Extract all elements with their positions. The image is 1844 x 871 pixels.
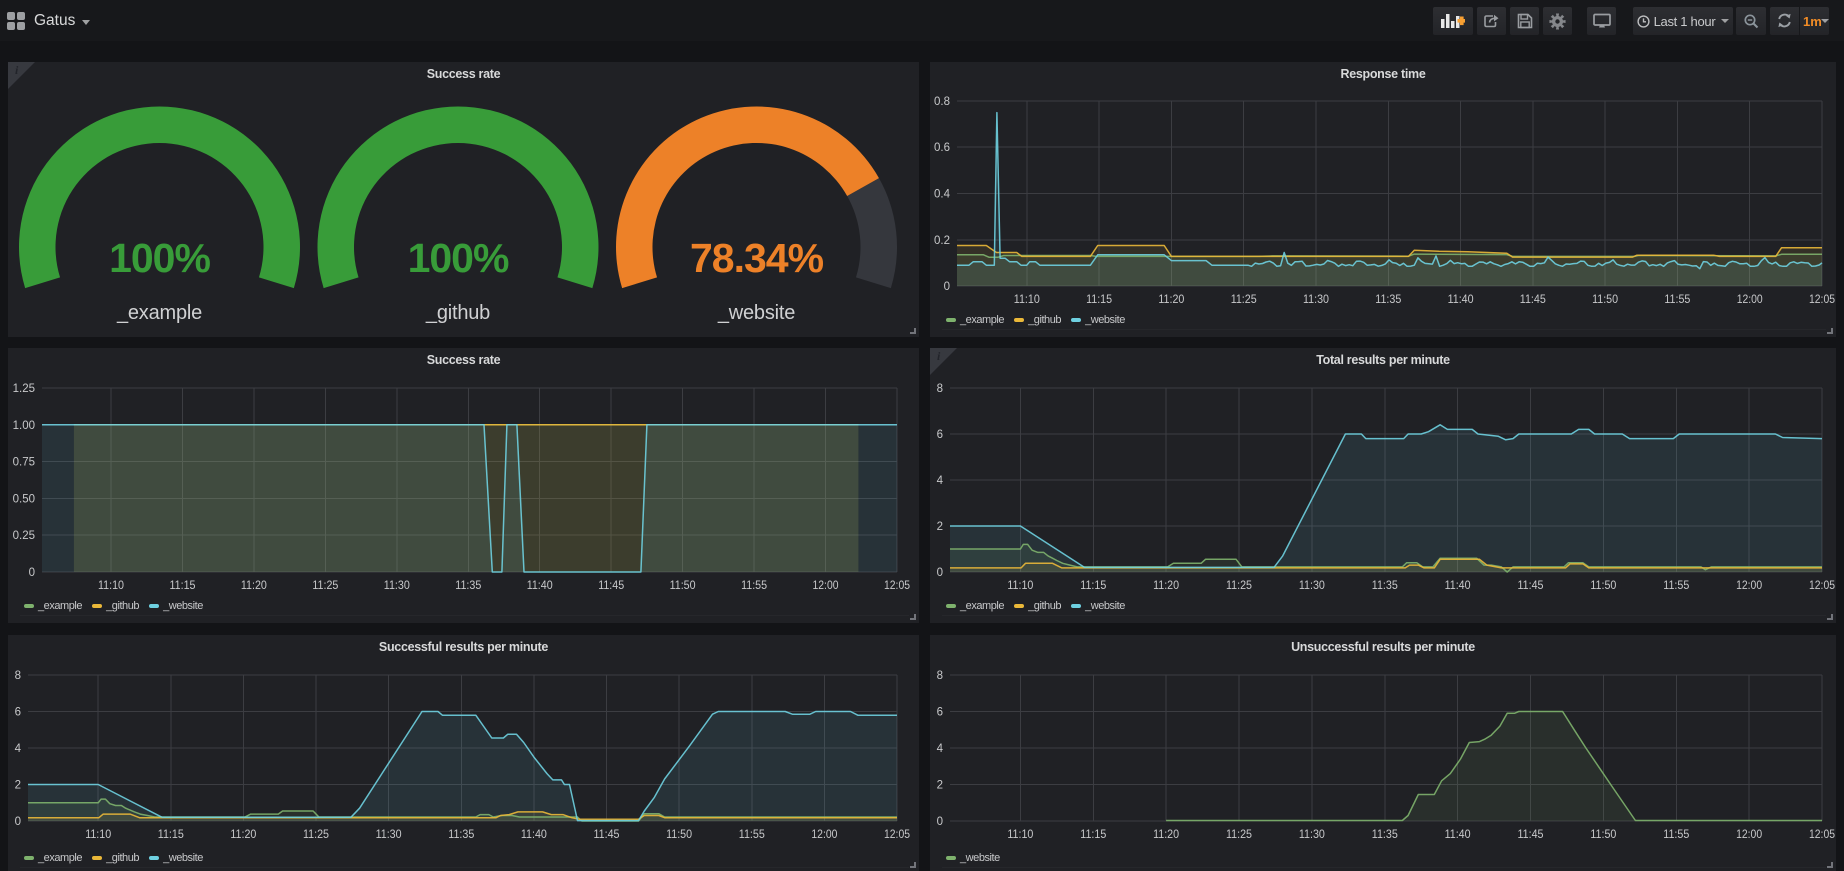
svg-text:0: 0: [937, 567, 943, 579]
svg-text:0.50: 0.50: [13, 493, 35, 505]
svg-text:11:15: 11:15: [1086, 294, 1112, 306]
svg-text:8: 8: [937, 383, 943, 395]
svg-text:11:25: 11:25: [312, 580, 338, 592]
svg-text:12:00: 12:00: [1737, 294, 1763, 306]
svg-text:0: 0: [15, 816, 21, 828]
svg-text:8: 8: [937, 670, 943, 682]
svg-text:12:05: 12:05: [1809, 829, 1835, 841]
svg-text:11:30: 11:30: [1299, 580, 1325, 592]
svg-text:11:55: 11:55: [1663, 580, 1689, 592]
svg-text:11:30: 11:30: [1303, 294, 1329, 306]
svg-text:11:15: 11:15: [158, 829, 184, 841]
svg-text:12:05: 12:05: [1809, 294, 1835, 306]
svg-text:1.25: 1.25: [13, 383, 35, 395]
svg-text:8: 8: [15, 670, 21, 682]
svg-text:11:35: 11:35: [455, 580, 481, 592]
svg-text:11:25: 11:25: [1226, 580, 1252, 592]
svg-text:12:05: 12:05: [1809, 580, 1835, 592]
svg-text:11:55: 11:55: [739, 829, 765, 841]
svg-text:11:40: 11:40: [1445, 829, 1471, 841]
svg-text:11:50: 11:50: [1590, 580, 1616, 592]
svg-text:11:25: 11:25: [1226, 829, 1252, 841]
svg-text:11:35: 11:35: [1372, 580, 1398, 592]
svg-text:11:45: 11:45: [598, 580, 624, 592]
svg-text:11:50: 11:50: [1590, 829, 1616, 841]
svg-text:0.6: 0.6: [934, 142, 950, 154]
svg-text:2: 2: [937, 521, 943, 533]
svg-text:11:15: 11:15: [1080, 580, 1106, 592]
svg-text:11:35: 11:35: [448, 829, 474, 841]
svg-text:6: 6: [15, 707, 21, 719]
svg-text:11:10: 11:10: [98, 580, 124, 592]
svg-text:11:45: 11:45: [594, 829, 620, 841]
svg-text:11:10: 11:10: [1014, 294, 1040, 306]
svg-text:11:40: 11:40: [1445, 580, 1471, 592]
svg-text:11:50: 11:50: [670, 580, 696, 592]
svg-text:6: 6: [937, 429, 943, 441]
svg-text:11:10: 11:10: [1007, 580, 1033, 592]
svg-text:11:40: 11:40: [527, 580, 553, 592]
svg-text:11:45: 11:45: [1520, 294, 1546, 306]
svg-text:12:05: 12:05: [884, 829, 910, 841]
svg-text:11:50: 11:50: [666, 829, 692, 841]
svg-text:11:10: 11:10: [85, 829, 111, 841]
svg-text:11:30: 11:30: [1299, 829, 1325, 841]
svg-text:0: 0: [944, 281, 950, 293]
svg-text:11:20: 11:20: [1153, 829, 1179, 841]
svg-text:11:10: 11:10: [1007, 829, 1033, 841]
svg-text:11:45: 11:45: [1518, 580, 1544, 592]
svg-text:11:30: 11:30: [384, 580, 410, 592]
svg-text:11:35: 11:35: [1372, 829, 1398, 841]
svg-text:11:55: 11:55: [1663, 829, 1689, 841]
svg-text:0: 0: [29, 567, 35, 579]
svg-text:11:15: 11:15: [1080, 829, 1106, 841]
svg-text:11:35: 11:35: [1375, 294, 1401, 306]
svg-text:6: 6: [937, 707, 943, 719]
svg-text:11:30: 11:30: [376, 829, 402, 841]
svg-text:11:55: 11:55: [741, 580, 767, 592]
svg-text:2: 2: [937, 780, 943, 792]
svg-text:11:15: 11:15: [170, 580, 196, 592]
svg-text:12:05: 12:05: [884, 580, 910, 592]
svg-text:11:45: 11:45: [1518, 829, 1544, 841]
svg-text:1.00: 1.00: [13, 420, 35, 432]
svg-text:11:40: 11:40: [521, 829, 547, 841]
svg-text:0.8: 0.8: [934, 96, 950, 108]
svg-text:11:55: 11:55: [1664, 294, 1690, 306]
svg-text:0.25: 0.25: [13, 530, 35, 542]
svg-text:11:20: 11:20: [230, 829, 256, 841]
svg-text:12:00: 12:00: [1736, 580, 1762, 592]
svg-text:11:50: 11:50: [1592, 294, 1618, 306]
svg-text:11:20: 11:20: [1153, 580, 1179, 592]
svg-text:0.75: 0.75: [13, 457, 35, 469]
svg-text:0.2: 0.2: [934, 235, 950, 247]
svg-text:0.4: 0.4: [934, 189, 951, 201]
svg-text:2: 2: [15, 780, 21, 792]
svg-text:4: 4: [937, 475, 944, 487]
svg-text:4: 4: [937, 743, 944, 755]
svg-text:11:20: 11:20: [1158, 294, 1184, 306]
svg-text:4: 4: [15, 743, 22, 755]
svg-text:11:40: 11:40: [1448, 294, 1474, 306]
svg-text:12:00: 12:00: [813, 580, 839, 592]
svg-text:11:20: 11:20: [241, 580, 267, 592]
svg-text:12:00: 12:00: [1736, 829, 1762, 841]
svg-text:12:00: 12:00: [811, 829, 837, 841]
svg-text:0: 0: [937, 816, 943, 828]
svg-text:11:25: 11:25: [303, 829, 329, 841]
svg-text:11:25: 11:25: [1231, 294, 1257, 306]
